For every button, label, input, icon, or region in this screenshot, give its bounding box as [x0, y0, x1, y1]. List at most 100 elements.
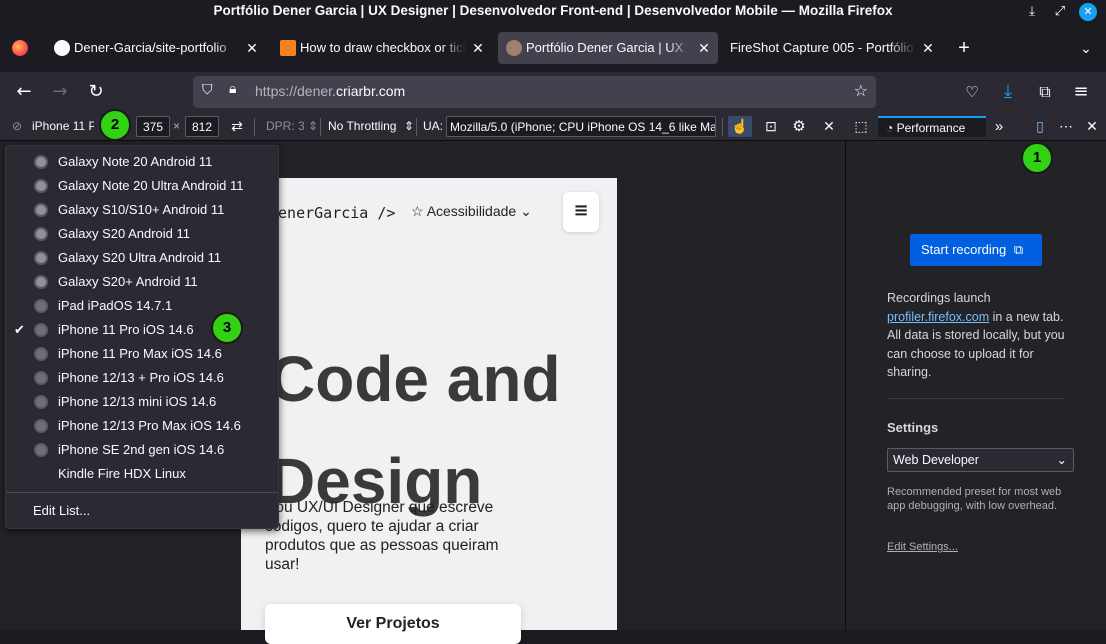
tab-stackoverflow[interactable]: How to draw checkbox or tick ✕ [272, 32, 492, 64]
emulated-viewport[interactable]: DenerGarcia /> ☆ Acessibilidade ⌄ ≡ Code… [241, 178, 617, 644]
settings-gear-icon[interactable]: ⚙ [788, 116, 810, 137]
network-throttling-selector[interactable]: No Throttling [328, 116, 408, 137]
close-devtools-icon[interactable]: ✕ [1082, 116, 1102, 137]
edit-settings-link[interactable]: Edit Settings... [887, 540, 958, 554]
step-badge-1: 1 [1021, 142, 1053, 174]
close-tab-icon[interactable]: ✕ [696, 32, 712, 64]
viewport-width-input[interactable]: 375 [136, 116, 170, 137]
recordings-description: Recordings launch profiler.firefox.com i… [887, 289, 1065, 382]
device-menu-item[interactable]: iPhone 12/13 mini iOS 14.6 [6, 390, 278, 414]
device-selector[interactable]: iPhone 11 Pro iOS 14.6 [32, 116, 94, 137]
divider [320, 118, 321, 136]
divider [416, 118, 417, 136]
list-all-tabs-icon[interactable]: ⌄ [1074, 32, 1098, 64]
step-badge-3: 3 [211, 312, 243, 344]
screenshot-icon[interactable]: ⊡ [760, 116, 782, 137]
device-menu-item[interactable]: Galaxy S20 Ultra Android 11 [6, 246, 278, 270]
tab-portfolio-active[interactable]: Portfólio Dener Garcia | UX ✕ [498, 32, 718, 64]
device-label: iPhone 11 Pro Max iOS 14.6 [58, 346, 222, 361]
safari-icon [34, 299, 48, 313]
more-tools-chevron-icon[interactable]: » [990, 116, 1008, 137]
responsive-mode-icon[interactable]: ▯ [1030, 116, 1050, 137]
settings-heading: Settings [887, 420, 939, 435]
preset-select[interactable]: Web Developer ⌄ [887, 448, 1074, 472]
device-menu-item[interactable]: Galaxy S20 Android 11 [6, 222, 278, 246]
device-label: Galaxy S10/S10+ Android 11 [58, 202, 225, 217]
close-tab-icon[interactable]: ✕ [470, 32, 486, 64]
firefox-icon [12, 40, 28, 56]
device-menu-item[interactable]: iPad iPadOS 14.7.1 [6, 294, 278, 318]
start-recording-label: Start recording [921, 242, 1007, 257]
tab-label: FireShot Capture 005 - Portfólio [730, 40, 914, 55]
url-prefix: https://dener. [255, 83, 336, 99]
tab-github[interactable]: Dener-Garcia/site-portfolio ✕ [46, 32, 266, 64]
pick-element-icon[interactable]: ⬚ [850, 116, 872, 137]
close-window-icon[interactable]: ✕ [1079, 3, 1097, 21]
more-options-icon[interactable]: ⋯ [1056, 116, 1076, 137]
bookmark-star-icon[interactable]: ☆ [854, 81, 868, 100]
device-label: Galaxy S20 Android 11 [58, 226, 191, 241]
rotate-viewport-icon[interactable]: ⇄ [228, 116, 246, 137]
firefox-view-button[interactable] [4, 32, 36, 64]
performance-gauge-icon: ◔ [886, 121, 894, 135]
maximize-icon[interactable]: ⤢ [1051, 3, 1069, 21]
viewport-height-input[interactable]: 812 [185, 116, 219, 137]
downloads-icon[interactable]: ⤓ [996, 80, 1020, 104]
reload-icon[interactable]: ↻ [84, 80, 108, 104]
chevron-updown-icon: ⇕ [308, 119, 318, 133]
device-menu-item[interactable]: iPhone SE 2nd gen iOS 14.6 [6, 438, 278, 462]
divider [887, 398, 1064, 399]
device-menu-item[interactable]: Galaxy S10/S10+ Android 11 [6, 198, 278, 222]
divider [254, 118, 255, 136]
edit-list-menu-item[interactable]: Edit List... [6, 499, 278, 523]
device-menu-item[interactable]: Galaxy Note 20 Android 11 [6, 150, 278, 174]
lock-icon[interactable]: 🔒︎ [229, 81, 236, 97]
window-titlebar: Portfólio Dener Garcia | UX Designer | D… [0, 0, 1106, 24]
performance-panel: Start recording ⧉ Recordings launch prof… [845, 141, 1106, 630]
device-menu-item[interactable]: Galaxy Note 20 Ultra Android 11 [6, 174, 278, 198]
user-agent-label: UA: [423, 119, 444, 133]
start-recording-button[interactable]: Start recording ⧉ [910, 234, 1042, 266]
app-menu-icon[interactable]: ≡ [1069, 80, 1093, 104]
tab-label: Dener-Garcia/site-portfolio [74, 40, 227, 55]
chevron-down-icon: ⌄ [520, 203, 532, 219]
touch-simulation-icon[interactable]: ☝ [728, 116, 752, 137]
safari-icon [34, 371, 48, 385]
chrome-icon [34, 227, 48, 241]
close-tab-icon[interactable]: ✕ [244, 32, 260, 64]
new-tab-button[interactable]: + [952, 32, 976, 64]
tab-performance[interactable]: ◔ Performance [878, 116, 986, 137]
device-menu-item[interactable]: iPhone 11 Pro Max iOS 14.6 [6, 342, 278, 366]
device-menu-item[interactable]: iPhone 12/13 + Pro iOS 14.6 [6, 366, 278, 390]
dimension-separator: × [173, 119, 181, 133]
device-menu-item[interactable]: Kindle Fire HDX Linux [6, 462, 278, 486]
device-menu-item[interactable]: Galaxy S20+ Android 11 [6, 270, 278, 294]
tab-label: Portfólio Dener Garcia | UX [526, 40, 684, 55]
forward-icon[interactable]: → [48, 80, 72, 104]
tab-fireshot[interactable]: FireShot Capture 005 - Portfólio ✕ [722, 32, 942, 64]
minimize-icon[interactable]: ⤓ [1023, 3, 1041, 21]
url-text[interactable]: https://dener.criarbr.com [255, 83, 405, 99]
url-bar[interactable]: ⛉ 🔒︎ https://dener.criarbr.com ☆ [193, 76, 876, 108]
site-header: DenerGarcia /> ☆ Acessibilidade ⌄ ≡ [241, 178, 617, 248]
close-rdm-icon[interactable]: ✕ [818, 116, 840, 137]
safari-icon [34, 395, 48, 409]
profiler-link[interactable]: profiler.firefox.com [887, 310, 989, 324]
shield-icon[interactable]: ⛉ [202, 82, 213, 98]
safari-icon [34, 347, 48, 361]
site-logo[interactable]: DenerGarcia /> [269, 204, 395, 222]
device-label: iPhone 12/13 Pro Max iOS 14.6 [58, 418, 241, 433]
back-icon[interactable]: ← [12, 80, 36, 104]
close-tab-icon[interactable]: ✕ [920, 32, 936, 64]
device-label: Kindle Fire HDX Linux [58, 466, 186, 481]
view-projects-button[interactable]: Ver Projetos [265, 604, 521, 644]
pocket-icon[interactable]: ♡ [960, 80, 984, 104]
hamburger-menu-icon[interactable]: ≡ [563, 192, 599, 232]
checkmark-icon: ✔ [14, 322, 25, 337]
chevron-updown-icon: ⇕ [404, 119, 414, 133]
device-menu-item[interactable]: iPhone 12/13 Pro Max iOS 14.6 [6, 414, 278, 438]
user-agent-input[interactable]: Mozilla/5.0 (iPhone; CPU iPhone OS 14_6 … [446, 116, 716, 137]
accessibility-menu[interactable]: ☆ Acessibilidade ⌄ [411, 203, 532, 220]
extensions-icon[interactable]: ⧉ [1033, 80, 1057, 104]
chrome-icon [34, 155, 48, 169]
